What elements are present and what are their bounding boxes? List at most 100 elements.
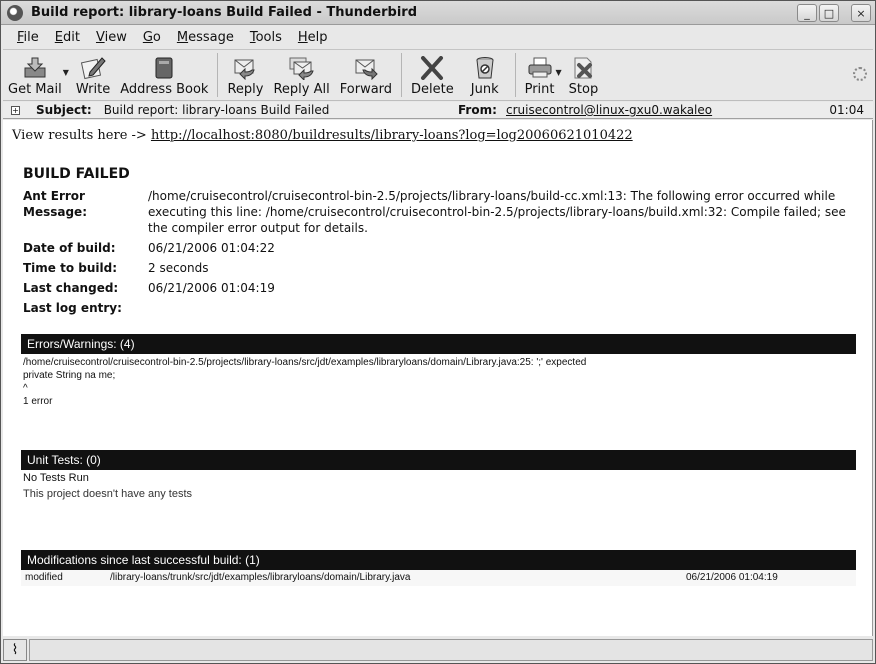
info-row-date-of-build: Date of build: 06/21/2006 01:04:22: [23, 240, 848, 256]
menu-label: elp: [307, 30, 328, 45]
error-line: private String na me;: [23, 370, 116, 381]
address-book-icon: [151, 56, 177, 80]
info-label: Last changed:: [23, 281, 119, 295]
view-results-line: View results here -> http://localhost:80…: [12, 128, 633, 143]
info-value: 06/21/2006 01:04:22: [148, 241, 275, 255]
main-toolbar: Get Mail ▼ Write Address Book Reply Repl…: [3, 51, 873, 101]
subject-value: Build report: library-loans Build Failed: [103, 103, 330, 117]
info-value: [148, 300, 848, 316]
menu-message[interactable]: Message: [169, 30, 242, 45]
from-address-link[interactable]: cruisecontrol@linux-gxu0.wakaleo: [506, 103, 712, 117]
write-button[interactable]: Write: [71, 52, 115, 100]
toolbar-separator: [217, 53, 219, 97]
info-row-last-changed: Last changed: 06/21/2006 01:04:19: [23, 280, 848, 296]
write-icon: [80, 56, 106, 80]
menu-view[interactable]: View: [88, 30, 135, 45]
print-icon: [527, 56, 553, 80]
title-bar[interactable]: Build report: library-loans Build Failed…: [1, 1, 875, 25]
online-status-icon[interactable]: ⌇: [3, 639, 27, 661]
delete-label: Delete: [411, 82, 454, 97]
toolbar-separator: [514, 53, 516, 97]
junk-icon: [472, 56, 498, 80]
error-line: /home/cruisecontrol/cruisecontrol-bin-2.…: [23, 357, 587, 368]
build-results-link[interactable]: http://localhost:8080/buildresults/libra…: [151, 128, 633, 143]
forward-label: Forward: [339, 82, 393, 97]
build-info-table: Ant Error Message: /home/cruisecontrol/c…: [23, 188, 848, 320]
stop-icon: [570, 56, 596, 80]
modification-date: 06/21/2006 01:04:19: [686, 572, 778, 583]
junk-button[interactable]: Junk: [459, 52, 511, 100]
unit-tests-note: This project doesn't have any tests: [23, 488, 193, 500]
delete-button[interactable]: Delete: [406, 52, 459, 100]
reply-icon: [232, 56, 258, 80]
get-mail-label: Get Mail: [8, 82, 62, 97]
menu-mnemonic: M: [176, 30, 189, 45]
modification-file: /library-loans/trunk/src/jdt/examples/li…: [110, 572, 411, 583]
message-body: View results here -> http://localhost:80…: [3, 120, 873, 636]
info-label: Last log entry:: [23, 301, 122, 315]
menu-mnemonic: H: [297, 30, 308, 45]
reply-label: Reply: [227, 82, 264, 97]
unit-tests-header: Unit Tests: (0): [21, 450, 856, 470]
menu-label: ile: [23, 30, 39, 45]
activity-throbber-icon: [853, 67, 867, 81]
menu-label: iew: [104, 30, 127, 45]
thunderbird-app-icon: [7, 4, 23, 21]
get-mail-icon: [22, 56, 48, 80]
menu-bar: File Edit View Go Message Tools Help: [3, 26, 873, 50]
reply-all-button[interactable]: Reply All: [268, 52, 334, 100]
modifications-header: Modifications since last successful buil…: [21, 550, 856, 570]
expand-headers-icon[interactable]: +: [11, 105, 20, 115]
junk-label: Junk: [470, 82, 499, 97]
menu-mnemonic: G: [142, 30, 153, 45]
subject-label: Subject:: [36, 103, 92, 117]
forward-button[interactable]: Forward: [335, 52, 397, 100]
unit-tests-status: No Tests Run: [23, 472, 89, 484]
menu-go[interactable]: Go: [135, 30, 169, 45]
maximize-button[interactable]: □: [819, 4, 839, 22]
modification-type: modified: [25, 572, 63, 583]
menu-label: essage: [188, 30, 234, 45]
thunderbird-window: Build report: library-loans Build Failed…: [0, 0, 876, 664]
reply-all-icon: [289, 56, 315, 80]
toolbar-separator: [401, 53, 403, 97]
stop-button[interactable]: Stop: [564, 52, 604, 100]
modification-row: modified /library-loans/trunk/src/jdt/ex…: [21, 570, 856, 586]
info-row-last-log-entry: Last log entry:: [23, 300, 848, 316]
reply-all-label: Reply All: [273, 82, 330, 97]
menu-tools[interactable]: Tools: [242, 30, 290, 45]
address-book-label: Address Book: [120, 82, 209, 97]
info-label: Ant Error Message:: [23, 189, 87, 219]
close-button[interactable]: ×: [851, 4, 871, 22]
from-label: From:: [458, 103, 497, 117]
status-text-field: [29, 639, 873, 661]
errors-warnings-header: Errors/Warnings: (4): [21, 334, 856, 354]
reply-button[interactable]: Reply: [222, 52, 268, 100]
menu-label: dit: [63, 30, 80, 45]
info-value: 2 seconds: [148, 261, 209, 275]
build-status-heading: BUILD FAILED: [23, 166, 130, 182]
error-line: 1 error: [23, 396, 53, 407]
info-value: /home/cruisecontrol/cruisecontrol-bin-2.…: [148, 189, 846, 235]
get-mail-button[interactable]: Get Mail: [3, 52, 67, 100]
write-label: Write: [75, 82, 111, 97]
print-label: Print: [524, 82, 555, 97]
window-title: Build report: library-loans Build Failed…: [31, 5, 418, 20]
menu-help[interactable]: Help: [290, 30, 336, 45]
menu-mnemonic: E: [54, 30, 63, 45]
info-value: 06/21/2006 01:04:19: [148, 281, 275, 295]
menu-label: o: [152, 30, 161, 45]
address-book-button[interactable]: Address Book: [115, 52, 213, 100]
menu-mnemonic: V: [95, 30, 105, 45]
print-button[interactable]: Print: [520, 52, 560, 100]
menu-edit[interactable]: Edit: [47, 30, 88, 45]
info-label: Time to build:: [23, 261, 118, 275]
menu-file[interactable]: File: [9, 30, 47, 45]
minimize-button[interactable]: _: [797, 4, 817, 22]
menu-label: ools: [255, 30, 282, 45]
stop-label: Stop: [568, 82, 599, 97]
message-header-pane: + Subject: Build report: library-loans B…: [3, 102, 873, 119]
message-time: 01:04: [829, 103, 864, 117]
info-label: Date of build:: [23, 241, 116, 255]
info-row-ant-error: Ant Error Message: /home/cruisecontrol/c…: [23, 188, 848, 236]
